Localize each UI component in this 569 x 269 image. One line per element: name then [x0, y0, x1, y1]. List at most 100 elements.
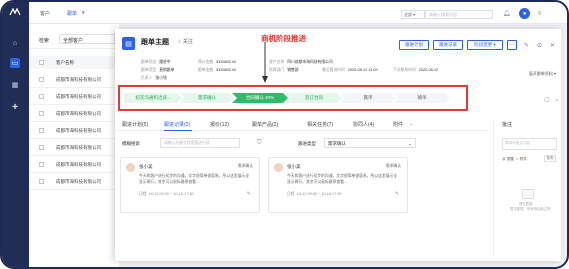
row-checkbox[interactable] — [39, 162, 44, 167]
list-item[interactable]: 成都市海科技有限公司 — [29, 122, 119, 139]
stage-step[interactable]: 需求确认 — [180, 93, 234, 103]
tab-attachments[interactable]: 附件 — [393, 121, 403, 128]
follow-record-card[interactable]: 张小美 需求确认 今天和客户进行初步的沟通，文字很简单很容易，所以这里展示全显示… — [268, 157, 408, 213]
user-avatar-icon[interactable]: ● — [519, 8, 530, 19]
row-checkbox[interactable] — [39, 145, 44, 150]
list-filter: 检索 全部客户 — [29, 29, 119, 49]
row-checkbox[interactable] — [39, 179, 44, 184]
gift-icon[interactable]: ✚ — [10, 102, 20, 112]
stage-step[interactable]: 输单 — [394, 93, 450, 103]
card-time-prefix: 日程 — [287, 192, 295, 196]
active-tab-indicator — [164, 129, 192, 131]
follow-type-select[interactable]: 需求确认 ⌄ — [324, 138, 416, 148]
card-time-value: 10-12 09:00 ~ 10-16 17:30 — [296, 192, 342, 196]
tab-related-tasks[interactable]: 相关任务(7) — [307, 121, 333, 128]
stage-step[interactable]: 签订合同 — [286, 93, 342, 103]
calendar-icon[interactable]: ▦ — [10, 80, 20, 90]
chevron-down-icon[interactable]: ⌄ — [553, 95, 561, 103]
menu-icon[interactable]: ≡ — [534, 8, 545, 19]
search-placeholder: 请输入搜索内容 — [429, 12, 457, 17]
list-item[interactable]: 成都市海科技有限公司 — [29, 173, 119, 190]
list-item[interactable]: 成都市海科技有限公司 — [29, 71, 119, 88]
remark-actions: @ 提醒 ⊘ 附件 — [502, 157, 527, 162]
list-item[interactable]: 成都市海科技有限公司 — [29, 105, 119, 122]
card-content: 今天和客户进行初步的沟通，文字很简单很容易，所以这里展示全显示两行，其余可以鼠标… — [287, 174, 398, 184]
list-item[interactable]: 成都市海科技有限公司 — [29, 88, 119, 105]
stage-step[interactable]: 初次沟通和洽谈... — [124, 93, 182, 103]
home-icon[interactable]: ⌂ — [10, 38, 20, 48]
row-checkbox[interactable] — [39, 111, 44, 116]
top-bar: 客户 跟单 ▾ 全部 ▾ 请输入搜索内容 🔔︎ ● ≡ — [29, 2, 567, 24]
list-item[interactable]: 成都市海科技有限公司 — [29, 139, 119, 156]
follow-label: 关注 — [182, 39, 193, 45]
tab-quote[interactable]: 报价(12) — [210, 121, 229, 128]
search-input[interactable]: 请输入搜索内容 — [425, 10, 493, 19]
avatar — [126, 163, 135, 172]
follow-plan-button[interactable]: 跟进计划 — [399, 40, 429, 50]
list-item-name: 成都市海科技有限公司 — [56, 145, 101, 150]
card-time-prefix: 日程 — [139, 192, 147, 196]
edit-icon[interactable]: ✎ — [395, 191, 399, 197]
tab-collaborators[interactable]: 协同人(4) — [353, 121, 374, 128]
document-icon[interactable]: ▢ — [543, 95, 551, 103]
tab-follow-plan[interactable]: 跟进计划(5) — [122, 121, 148, 128]
stage-change-button[interactable]: 阶段变更 ▾ — [467, 40, 503, 50]
remark-input[interactable]: 请填写批注内容 — [502, 138, 557, 150]
stage-step-current[interactable]: 合同确认 40% — [232, 93, 288, 103]
row-checkbox[interactable] — [39, 77, 44, 82]
deal-icon: ▤ — [122, 37, 135, 50]
card-time: 日程 10-12 09:00 ~ 10-16 17:30 — [139, 192, 194, 197]
filter-icon[interactable]: ⛉ — [257, 140, 262, 147]
info-field: 预计金额 ¥159800.00 — [198, 60, 236, 65]
deal-detail-drawer: ▤ 跟单主题 ☆ 关注 商机阶段推进 跟单状态 跟进中 预计金额 ¥159800.0… — [115, 29, 561, 261]
filter-select[interactable]: 全部客户 — [59, 34, 115, 44]
close-icon[interactable]: ✕ — [548, 41, 557, 50]
card-author: 张小美 — [287, 164, 301, 169]
info-value: 2020-08-12 — [418, 68, 439, 72]
info-value: 跟进中 — [159, 60, 171, 64]
remark-placeholder: 请填写批注内容 — [505, 141, 531, 145]
edit-icon[interactable]: ✎ — [522, 41, 531, 50]
customer-list-panel: 检索 全部客户 客户名称 成都市海科技有限公司 成都市海科技有限公司 成都市海科… — [29, 24, 119, 267]
list-item[interactable]: 成都市海科技有限公司 — [29, 156, 119, 173]
row-checkbox[interactable] — [39, 94, 44, 99]
inbox-icon[interactable]: ▭ — [10, 58, 20, 68]
tab-follow-record[interactable]: 跟进记录(3) — [164, 121, 190, 128]
more-button[interactable]: ⋯ — [507, 40, 517, 50]
mention-button[interactable]: @ 提醒 — [502, 157, 514, 161]
follow-record-button[interactable]: 跟进记录 — [433, 40, 463, 50]
publish-button[interactable]: 发布 — [544, 155, 556, 162]
search-scope-select[interactable]: 全部 ▾ — [401, 10, 425, 19]
edit-icon[interactable]: ✎ — [247, 191, 251, 197]
deal-title: 跟单主题 — [141, 39, 169, 46]
select-all-checkbox[interactable] — [39, 60, 44, 65]
info-field: 客户名称 四川成都市海科技有限公司 — [269, 60, 333, 65]
top-tab-deal[interactable]: 跟单 — [67, 10, 77, 17]
expand-details-label: 展开跟单资料 — [528, 71, 553, 76]
follow-search-input[interactable]: 请输入关键字搜索跟进内容 — [160, 138, 240, 148]
card-type: 需求确认 — [237, 164, 253, 168]
chevron-down-icon[interactable]: ▾ — [82, 10, 85, 16]
follow-button[interactable]: ☆ 关注 — [177, 38, 193, 45]
refresh-icon[interactable]: ⊙ — [535, 41, 544, 50]
row-checkbox[interactable] — [39, 128, 44, 133]
info-key: 客户名称 — [269, 60, 285, 64]
chevron-down-icon: ⌄ — [408, 141, 412, 146]
detail-tabs: 跟进计划(5) 跟进记录(3) 报价(12) 跟单产品(2) 相关任务(7) 协… — [115, 119, 487, 131]
info-value: 四川成都市海科技有限公司 — [287, 60, 333, 64]
follow-type-label: 跟进类型 — [298, 141, 316, 146]
app-window: ⌂ ▭ ▦ ✚ 客户 跟单 ▾ 全部 ▾ 请输入搜索内容 🔔︎ ● ≡ 检索 全… — [0, 0, 569, 269]
stage-step[interactable]: 赢单 — [340, 93, 396, 103]
follow-record-card[interactable]: 张小美 需求确认 今天和客户进行初步的沟通，文字很简单很容易，所以这里展示全显示… — [120, 157, 260, 213]
info-key: 所属部门 — [269, 68, 285, 72]
top-tab-customer[interactable]: 客户 — [40, 10, 50, 17]
chevron-down-icon[interactable]: ⌄ — [409, 121, 413, 127]
tab-deal-products[interactable]: 跟单产品(2) — [252, 121, 278, 128]
expand-details-link[interactable]: 展开跟单资料 ▾ — [529, 71, 556, 77]
list-header: 客户名称 — [29, 56, 119, 69]
attach-button[interactable]: 附件 — [520, 157, 527, 161]
info-field: 负责人 张小钱 — [141, 76, 167, 81]
bell-icon[interactable]: 🔔︎ — [501, 8, 512, 19]
info-value: 直销跟单 — [159, 68, 175, 72]
list-item-name: 成都市海科技有限公司 — [56, 179, 101, 184]
